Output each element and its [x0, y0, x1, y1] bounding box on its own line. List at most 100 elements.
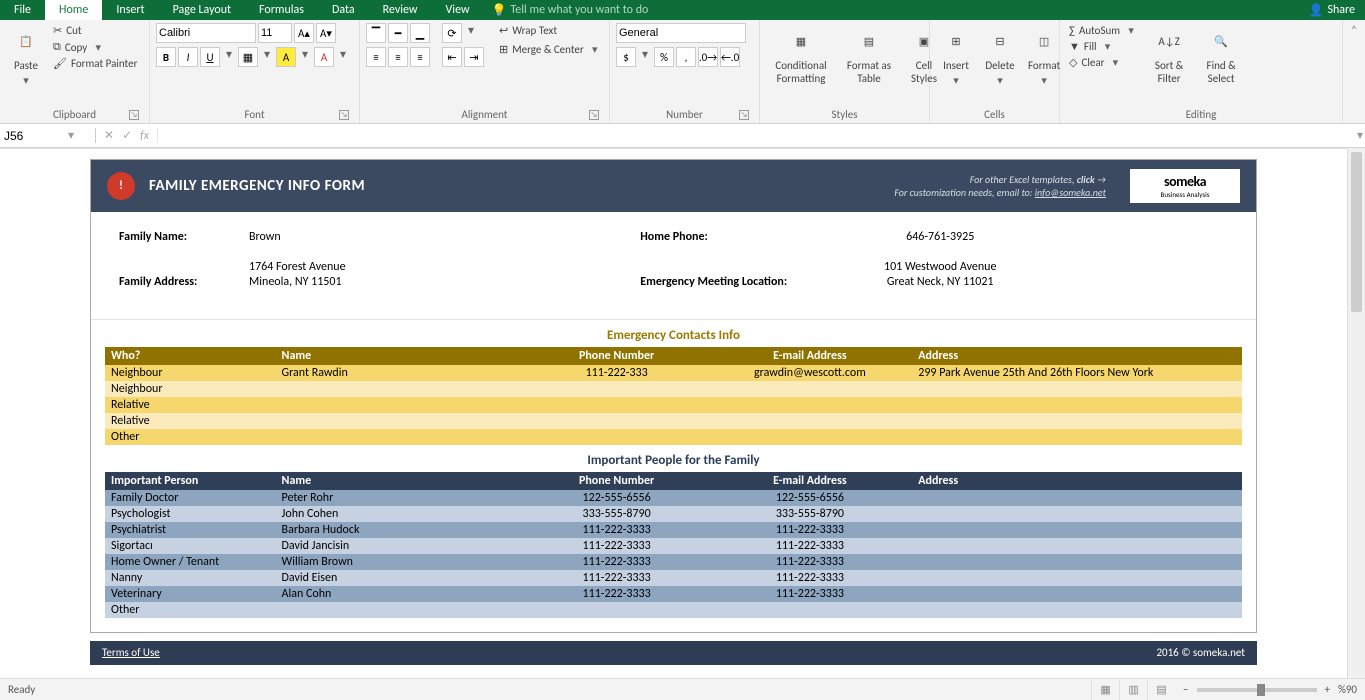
align-top-button[interactable]: ▔: [366, 23, 386, 43]
align-left-button[interactable]: ≡: [366, 47, 386, 67]
cell-phone[interactable]: [526, 397, 708, 413]
font-name-input[interactable]: [156, 23, 256, 43]
copy-button[interactable]: ⧉Copy▾: [50, 39, 140, 55]
cell-name[interactable]: [276, 381, 526, 397]
indent-increase-button[interactable]: ⇥: [464, 47, 484, 67]
cell-address[interactable]: [912, 586, 1242, 602]
find-select-button[interactable]: 🔍Find & Select: [1197, 23, 1245, 87]
cell-phone[interactable]: 111-222-333: [526, 365, 708, 381]
cell-address[interactable]: [912, 506, 1242, 522]
cell-email[interactable]: [708, 397, 913, 413]
underline-button[interactable]: U: [200, 47, 220, 67]
cell-address[interactable]: 299 Park Avenue 25th And 26th Floors New…: [912, 365, 1242, 381]
chevron-down-icon[interactable]: ▾: [1124, 24, 1138, 37]
contacts-table[interactable]: Who? Name Phone Number E-mail Address Ad…: [105, 347, 1242, 445]
cell-name[interactable]: Grant Rawdin: [276, 365, 526, 381]
zoom-out-button[interactable]: −: [1183, 683, 1188, 696]
cell-who[interactable]: Neighbour: [105, 365, 276, 381]
cell-who[interactable]: Relative: [105, 397, 276, 413]
cell-email[interactable]: 111-222-3333: [708, 570, 913, 586]
scrollbar-thumb[interactable]: [1351, 152, 1362, 312]
border-button[interactable]: ▦: [238, 47, 258, 67]
cell-who[interactable]: Veterinary: [105, 586, 276, 602]
value-addr1[interactable]: 1764 Forest Avenue: [249, 260, 346, 274]
cell-address[interactable]: [912, 554, 1242, 570]
cell-who[interactable]: Home Owner / Tenant: [105, 554, 276, 570]
cell-name[interactable]: Peter Rohr: [276, 490, 526, 506]
cell-address[interactable]: [912, 413, 1242, 429]
zoom-in-button[interactable]: +: [1325, 683, 1330, 696]
cell-who[interactable]: Family Doctor: [105, 490, 276, 506]
cell-phone[interactable]: [526, 429, 708, 445]
tab-formulas[interactable]: Formulas: [245, 0, 318, 20]
chevron-down-icon[interactable]: ▾: [64, 128, 78, 143]
cell-email[interactable]: 122-555-6556: [708, 490, 913, 506]
decrease-decimal-button[interactable]: ←.0: [720, 47, 740, 67]
someka-logo[interactable]: somekaBusiness Analysis: [1130, 169, 1240, 203]
cell-email[interactable]: 111-222-3333: [708, 586, 913, 602]
cell-name[interactable]: John Cohen: [276, 506, 526, 522]
email-link[interactable]: info@someka.net: [1035, 186, 1106, 199]
cell-address[interactable]: [912, 570, 1242, 586]
value-home-phone[interactable]: 646-761-3925: [840, 230, 1040, 246]
paste-button[interactable]: 📋 Paste ▾: [6, 23, 46, 89]
cell-phone[interactable]: [526, 602, 708, 618]
merge-center-button[interactable]: ⊞Merge & Center▾: [496, 42, 605, 57]
comma-button[interactable]: ,: [676, 47, 696, 67]
cell-email[interactable]: [708, 429, 913, 445]
cell-name[interactable]: David Eisen: [276, 570, 526, 586]
cell-name[interactable]: [276, 429, 526, 445]
chevron-down-icon[interactable]: ▾: [1108, 56, 1122, 69]
conditional-formatting-button[interactable]: ▦Conditional Formatting: [766, 23, 836, 87]
cell-name[interactable]: [276, 602, 526, 618]
page-layout-view-button[interactable]: ▥: [1119, 680, 1147, 700]
page-break-view-button[interactable]: ▤: [1147, 680, 1175, 700]
cell-email[interactable]: [708, 413, 913, 429]
cell-who[interactable]: Sigortacı: [105, 538, 276, 554]
align-bottom-button[interactable]: ▁: [410, 23, 430, 43]
cell-name[interactable]: Alan Cohn: [276, 586, 526, 602]
value-loc2[interactable]: Great Neck, NY 11021: [887, 275, 994, 289]
value-addr2[interactable]: Mineola, NY 11501: [249, 275, 342, 289]
tab-file[interactable]: File: [0, 0, 45, 20]
cell-phone[interactable]: 333-555-8790: [526, 506, 708, 522]
dialog-launcher-icon[interactable]: ↘: [589, 110, 599, 120]
font-color-button[interactable]: A: [314, 47, 334, 67]
table-row[interactable]: Family DoctorPeter Rohr122-555-6556122-5…: [105, 490, 1242, 506]
table-row[interactable]: Other: [105, 429, 1242, 445]
increase-decimal-button[interactable]: .0→: [698, 47, 718, 67]
increase-font-button[interactable]: A▴: [294, 23, 314, 43]
vertical-scrollbar[interactable]: [1347, 148, 1365, 678]
cell-who[interactable]: Other: [105, 602, 276, 618]
chevron-down-icon[interactable]: ▾: [298, 47, 312, 67]
cell-address[interactable]: [912, 381, 1242, 397]
table-row[interactable]: Relative: [105, 397, 1242, 413]
share-button[interactable]: 👤Share: [1298, 1, 1365, 20]
fx-icon[interactable]: fx: [140, 129, 149, 143]
cell-phone[interactable]: 111-222-3333: [526, 554, 708, 570]
people-table[interactable]: Important Person Name Phone Number E-mai…: [105, 472, 1242, 618]
chevron-down-icon[interactable]: ▾: [1101, 40, 1115, 53]
format-as-table-button[interactable]: ▤Format as Table: [840, 23, 898, 87]
cell-address[interactable]: [912, 602, 1242, 618]
chevron-down-icon[interactable]: ▾: [949, 74, 963, 87]
expand-formula-bar-icon[interactable]: ▾: [1351, 128, 1365, 143]
cell-address[interactable]: [912, 429, 1242, 445]
chevron-down-icon[interactable]: ▾: [19, 74, 33, 87]
zoom-slider[interactable]: [1197, 688, 1317, 692]
slider-thumb[interactable]: [1257, 684, 1265, 696]
cell-name[interactable]: David Jancisin: [276, 538, 526, 554]
cell-phone[interactable]: 111-222-3333: [526, 570, 708, 586]
dialog-launcher-icon[interactable]: ↘: [339, 110, 349, 120]
table-row[interactable]: Neighbour: [105, 381, 1242, 397]
indent-decrease-button[interactable]: ⇤: [442, 47, 462, 67]
cell-who[interactable]: Other: [105, 429, 276, 445]
value-loc1[interactable]: 101 Westwood Avenue: [884, 260, 996, 274]
align-right-button[interactable]: ≡: [410, 47, 430, 67]
value-family-name[interactable]: Brown: [249, 230, 281, 246]
terms-of-use-link[interactable]: Terms of Use: [102, 646, 160, 659]
tab-data[interactable]: Data: [318, 0, 369, 20]
cell-name[interactable]: [276, 413, 526, 429]
table-row[interactable]: PsychologistJohn Cohen333-555-8790333-55…: [105, 506, 1242, 522]
fill-color-button[interactable]: A: [276, 47, 296, 67]
